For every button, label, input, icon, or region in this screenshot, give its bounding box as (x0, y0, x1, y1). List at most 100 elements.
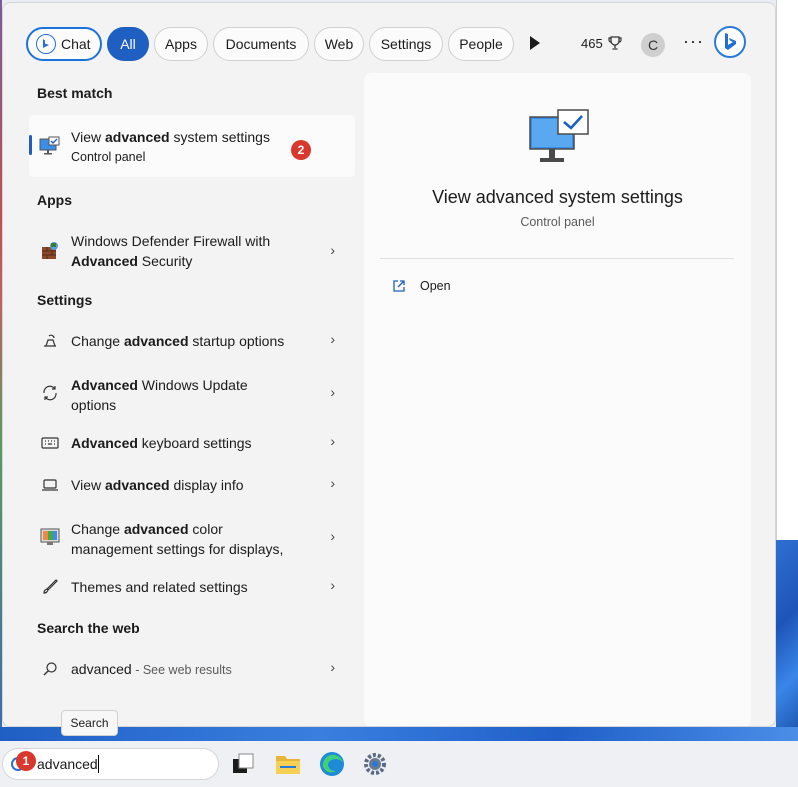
divider (380, 258, 734, 259)
settings-result-display-info[interactable]: View advanced display info › (29, 473, 355, 497)
settings-result-themes[interactable]: Themes and related settings › (29, 575, 355, 599)
settings-result-themes-label: Themes and related settings (71, 579, 248, 595)
filter-chip-apps[interactable]: Apps (154, 27, 208, 61)
best-match-title-bold: advanced (104, 129, 170, 145)
settings-result-startup[interactable]: Change advanced startup options › (29, 329, 355, 353)
app-result-firewall-post: Security (137, 253, 193, 269)
startup-recovery-icon (39, 330, 61, 352)
chevron-right-icon: › (330, 528, 335, 544)
search-panel: Chat All Apps Documents Web Settings Peo… (2, 2, 776, 727)
section-best-match: Best match (37, 85, 113, 101)
settings-result-keyboard-post: keyboard settings (137, 435, 252, 451)
settings-result-windows-update-bold: Advanced (71, 377, 138, 393)
settings-result-color-management-line1: Change advanced color (71, 519, 223, 539)
web-search-query: advanced (71, 661, 132, 677)
color-management-icon (39, 526, 61, 548)
best-match-title-pre: View (71, 129, 105, 145)
app-result-firewall[interactable]: Windows Defender Firewall with Advanced … (29, 229, 355, 273)
chevron-right-icon: › (330, 659, 335, 675)
keyboard-icon (39, 432, 61, 454)
settings-result-startup-bold: advanced (123, 333, 189, 349)
system-settings-large-icon (529, 109, 589, 162)
filter-chip-all[interactable]: All (107, 27, 149, 61)
chevron-right-icon: › (330, 384, 335, 400)
search-icon (39, 658, 61, 680)
section-search-web: Search the web (37, 620, 140, 636)
chevron-right-icon: › (330, 331, 335, 347)
filter-chip-people[interactable]: People (448, 27, 514, 61)
preview-subtitle: Control panel (520, 215, 595, 229)
preview-pane: View advanced system settings Control pa… (364, 73, 751, 726)
settings-result-color-management-line2: management settings for displays, (71, 541, 284, 557)
step-badge-2: 2 (291, 140, 311, 160)
settings-result-display-info-post: display info (169, 477, 244, 493)
settings-result-windows-update[interactable]: Advanced Windows Update options › (29, 371, 355, 415)
chevron-right-icon: › (330, 475, 335, 491)
settings-result-windows-update-line2: options (71, 397, 117, 413)
settings-result-windows-update-post: Windows Update (137, 377, 248, 393)
rewards-points[interactable]: 465 (581, 35, 623, 51)
settings-result-color-management-pre: Change (71, 521, 124, 537)
settings-result-display-info-pre: View (71, 477, 105, 493)
desktop-wallpaper (776, 540, 798, 740)
rewards-points-value: 465 (581, 35, 603, 51)
chevron-right-icon: › (330, 242, 335, 258)
brush-icon (39, 576, 61, 598)
settings-result-keyboard[interactable]: Advanced keyboard settings › (29, 431, 355, 455)
file-explorer-icon[interactable] (275, 751, 301, 777)
open-action-label: Open (420, 279, 451, 293)
chevron-right-icon: › (330, 433, 335, 449)
more-filters-arrow-icon[interactable] (530, 36, 540, 50)
filter-chip-chat[interactable]: Chat (26, 27, 102, 61)
open-action[interactable]: Open (392, 279, 451, 293)
trophy-icon (608, 36, 622, 50)
settings-result-display-info-label: View advanced display info (71, 475, 244, 495)
search-tooltip: Search (61, 710, 118, 736)
filter-chip-documents[interactable]: Documents (213, 27, 309, 61)
web-search-label: advanced - See web results (71, 659, 232, 680)
filter-chip-web[interactable]: Web (314, 27, 364, 61)
filter-chip-chat-label: Chat (61, 36, 91, 52)
best-match-title: View advanced system settings (71, 127, 270, 147)
desktop-wallpaper-bottom (0, 727, 798, 741)
app-result-firewall-bold: Advanced (71, 253, 138, 269)
step-badge-1: 1 (16, 751, 36, 771)
preview-title: View advanced system settings (432, 187, 683, 207)
more-options-icon[interactable]: ··· (683, 31, 704, 52)
settings-result-color-management-post: color (188, 521, 223, 537)
edge-browser-icon[interactable] (319, 751, 345, 777)
bing-chat-icon (36, 34, 56, 54)
best-match-subtitle: Control panel (71, 150, 146, 164)
section-settings: Settings (37, 292, 93, 308)
settings-result-keyboard-bold: Advanced (71, 435, 138, 451)
selection-indicator (29, 135, 32, 155)
filter-chip-settings[interactable]: Settings (369, 27, 443, 61)
system-settings-icon (39, 135, 61, 157)
settings-result-keyboard-label: Advanced keyboard settings (71, 433, 252, 453)
user-avatar[interactable]: C (641, 33, 665, 57)
settings-result-windows-update-line1: Advanced Windows Update (71, 375, 248, 395)
text-caret (98, 755, 99, 773)
section-apps: Apps (37, 192, 72, 208)
chevron-right-icon: › (330, 577, 335, 593)
settings-result-color-management[interactable]: Change advanced color management setting… (29, 515, 355, 559)
settings-result-startup-post: startup options (188, 333, 285, 349)
settings-result-color-management-bold: advanced (123, 521, 189, 537)
app-result-firewall-line2: Advanced Security (71, 251, 192, 271)
settings-app-icon[interactable] (362, 751, 388, 777)
web-search-result[interactable]: advanced - See web results › (29, 657, 355, 681)
firewall-icon (39, 240, 61, 262)
laptop-icon (39, 474, 61, 496)
settings-result-startup-label: Change advanced startup options (71, 331, 284, 351)
task-view-icon[interactable] (230, 751, 256, 777)
bing-icon (725, 33, 736, 50)
web-search-suffix: - See web results (131, 663, 232, 677)
sync-icon (39, 382, 61, 404)
settings-result-startup-pre: Change (71, 333, 124, 349)
taskbar-search-value: advanced (37, 756, 98, 772)
app-result-firewall-line1: Windows Defender Firewall with (71, 233, 271, 249)
bing-button[interactable] (714, 26, 746, 58)
background-window (776, 0, 798, 540)
settings-result-display-info-bold: advanced (104, 477, 170, 493)
best-match-title-post: system settings (169, 129, 270, 145)
